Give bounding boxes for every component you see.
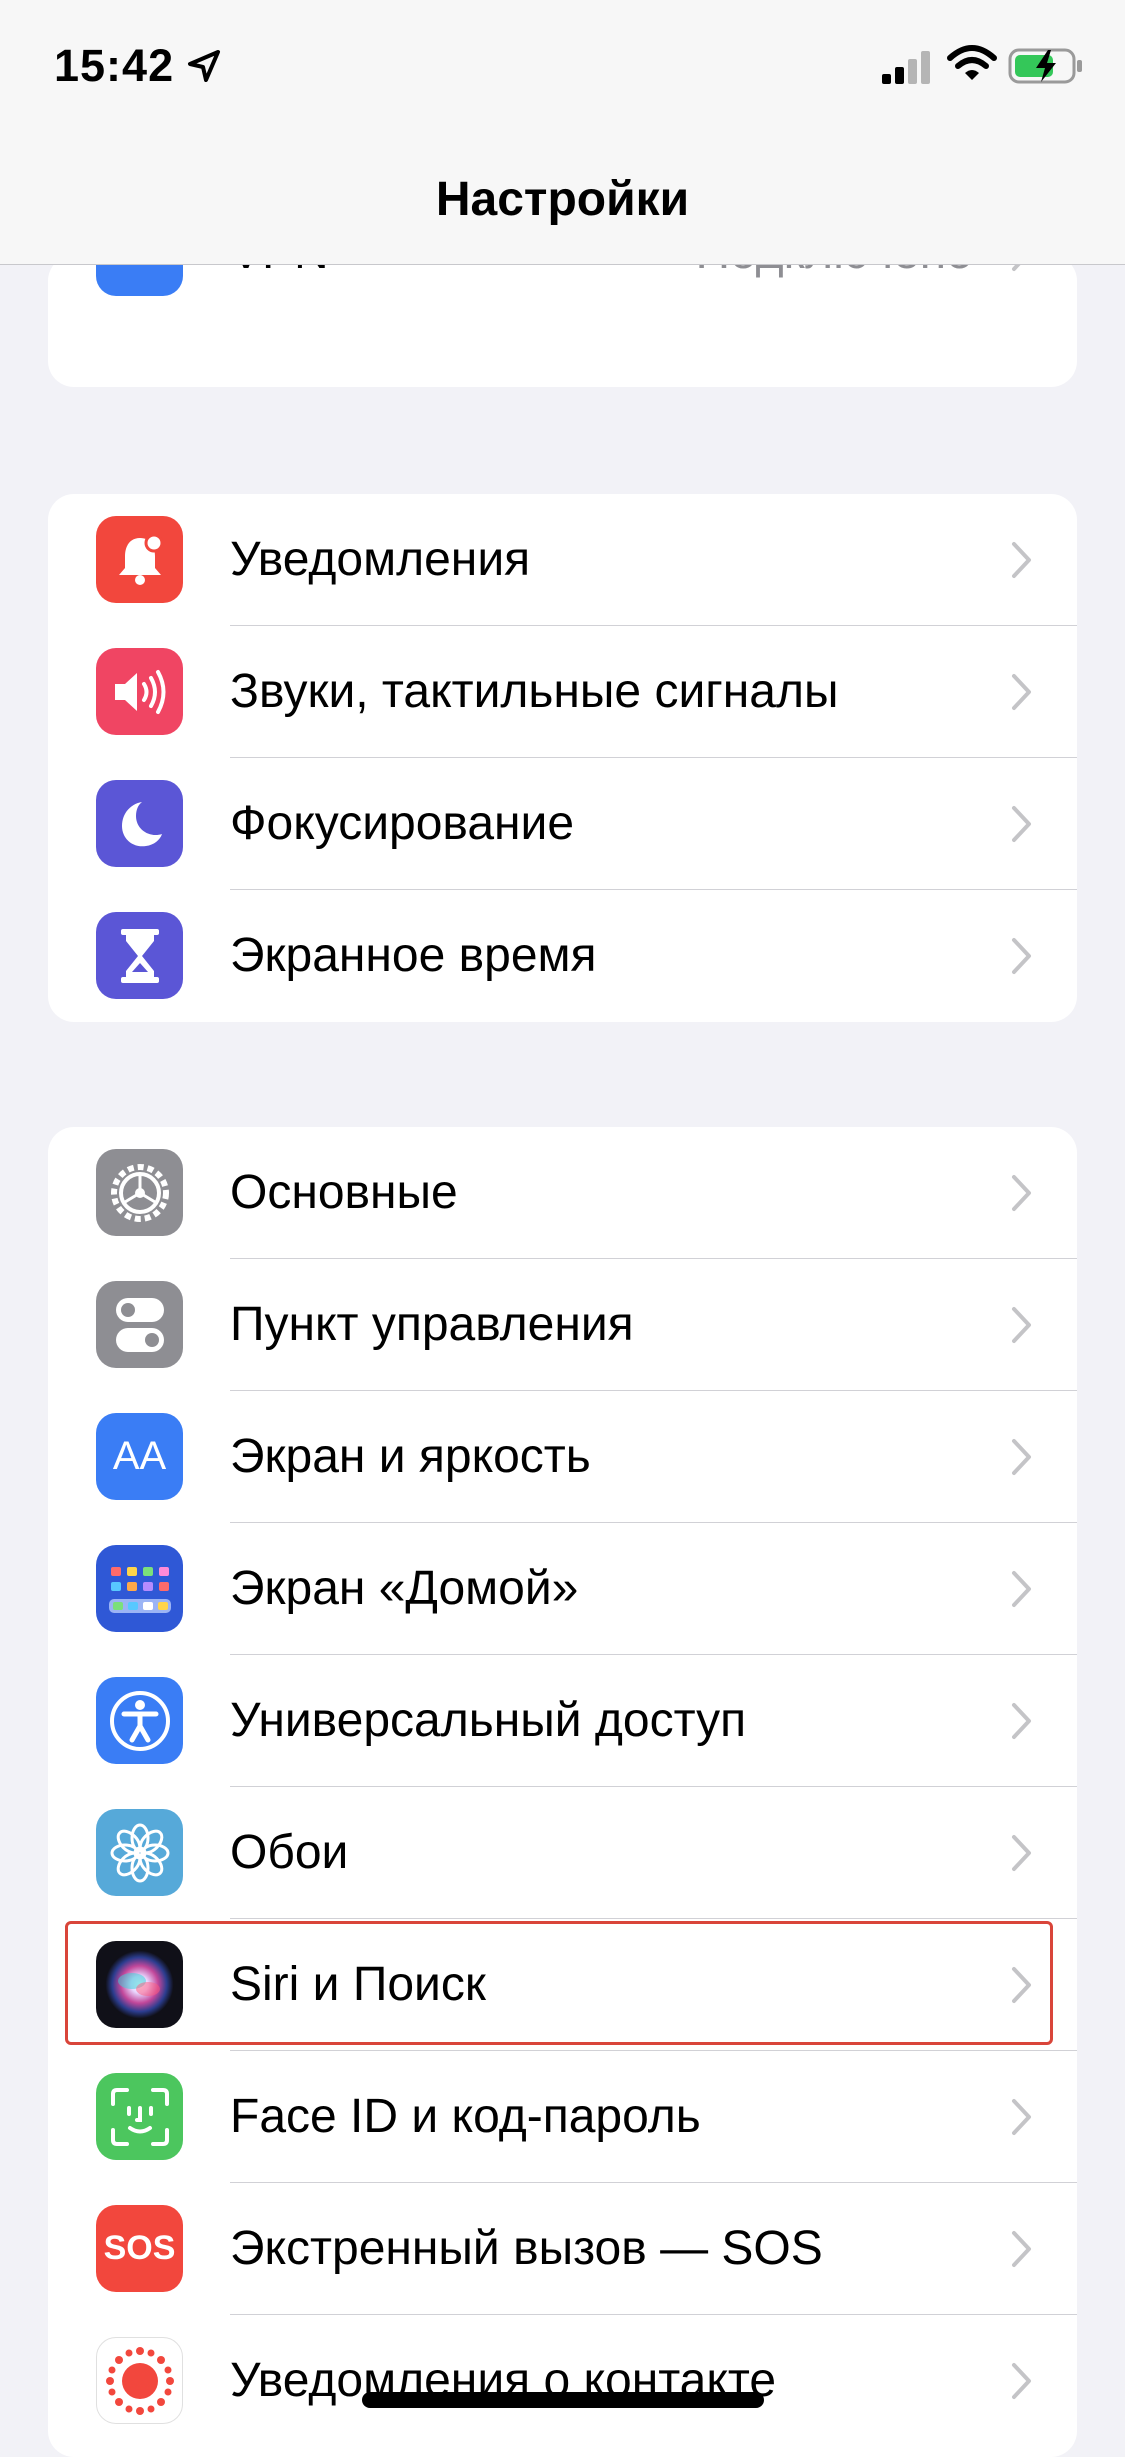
row-label: Уведомления о контакте	[230, 2354, 777, 2407]
row-control-center[interactable]: Пункт управления	[48, 1259, 1077, 1391]
sos-icon: SOS	[96, 2205, 183, 2292]
row-label: Экранное время	[230, 929, 597, 982]
settings-list[interactable]: VPN VPN Подключено Уведомления Звуки, та…	[0, 0, 1125, 2457]
face-id-icon	[96, 2073, 183, 2160]
navigation-bar: 15:42 Настройки	[0, 0, 1125, 265]
row-wallpaper[interactable]: Обои	[48, 1787, 1077, 1919]
chevron-right-icon	[1012, 1175, 1031, 1211]
chevron-right-icon	[1012, 806, 1031, 842]
row-label: Звуки, тактильные сигналы	[230, 665, 839, 718]
text-size-icon: AA	[96, 1413, 183, 1500]
chevron-right-icon	[1012, 2099, 1031, 2135]
general-group: Основные Пункт управления AA Экран и ярк…	[48, 1127, 1077, 2457]
row-general[interactable]: Основные	[48, 1127, 1077, 1259]
notifications-group: Уведомления Звуки, тактильные сигналы Фо…	[48, 494, 1077, 1022]
moon-icon	[96, 780, 183, 867]
toggles-icon	[96, 1281, 183, 1368]
battery-charging-icon	[1008, 48, 1082, 84]
chevron-right-icon	[1012, 542, 1031, 578]
bell-icon	[96, 516, 183, 603]
row-label: Обои	[230, 1826, 349, 1879]
row-focus[interactable]: Фокусирование	[48, 758, 1077, 890]
home-grid-icon	[96, 1545, 183, 1632]
row-label: Экран и яркость	[230, 1430, 591, 1483]
highlight-box	[65, 1921, 1053, 2045]
row-notifications[interactable]: Уведомления	[48, 494, 1077, 626]
row-label: Универсальный доступ	[230, 1694, 747, 1747]
wifi-icon	[947, 45, 997, 80]
location-arrow-icon	[188, 50, 220, 82]
hourglass-icon	[96, 912, 183, 999]
exposure-icon	[96, 2337, 183, 2424]
gear-icon	[96, 1149, 183, 1236]
row-label: Уведомления	[230, 533, 531, 586]
page-title: Настройки	[435, 173, 690, 226]
row-label: Экстренный вызов — SOS	[230, 2222, 823, 2275]
chevron-right-icon	[1012, 938, 1031, 974]
flower-icon	[96, 1809, 183, 1896]
row-label: Пункт управления	[230, 1298, 634, 1351]
chevron-right-icon	[1012, 674, 1031, 710]
chevron-right-icon	[1012, 1571, 1031, 1607]
chevron-right-icon	[1012, 2363, 1031, 2399]
row-emergency-sos[interactable]: SOS Экстренный вызов — SOS	[48, 2183, 1077, 2315]
chevron-right-icon	[1012, 1703, 1031, 1739]
row-label: Экран «Домой»	[230, 1562, 579, 1615]
speaker-icon	[96, 648, 183, 735]
row-accessibility[interactable]: Универсальный доступ	[48, 1655, 1077, 1787]
row-display[interactable]: AA Экран и яркость	[48, 1391, 1077, 1523]
status-time: 15:42	[54, 40, 175, 91]
row-sounds[interactable]: Звуки, тактильные сигналы	[48, 626, 1077, 758]
row-screen-time[interactable]: Экранное время	[48, 890, 1077, 1022]
chevron-right-icon	[1012, 1835, 1031, 1871]
row-home-screen[interactable]: Экран «Домой»	[48, 1523, 1077, 1655]
vpn-group: VPN VPN Подключено	[48, 255, 1077, 387]
row-face-id[interactable]: Face ID и код-пароль	[48, 2051, 1077, 2183]
chevron-right-icon	[1012, 1307, 1031, 1343]
accessibility-icon	[96, 1677, 183, 1764]
row-exposure-notifications[interactable]: Уведомления о контакте	[48, 2315, 1077, 2447]
row-label: Фокусирование	[230, 797, 575, 850]
chevron-right-icon	[1012, 2231, 1031, 2267]
chevron-right-icon	[1012, 1439, 1031, 1475]
cellular-signal-icon	[882, 51, 930, 84]
row-label: Основные	[230, 1166, 458, 1219]
row-label: Face ID и код-пароль	[230, 2090, 701, 2143]
home-indicator[interactable]	[362, 2392, 764, 2408]
